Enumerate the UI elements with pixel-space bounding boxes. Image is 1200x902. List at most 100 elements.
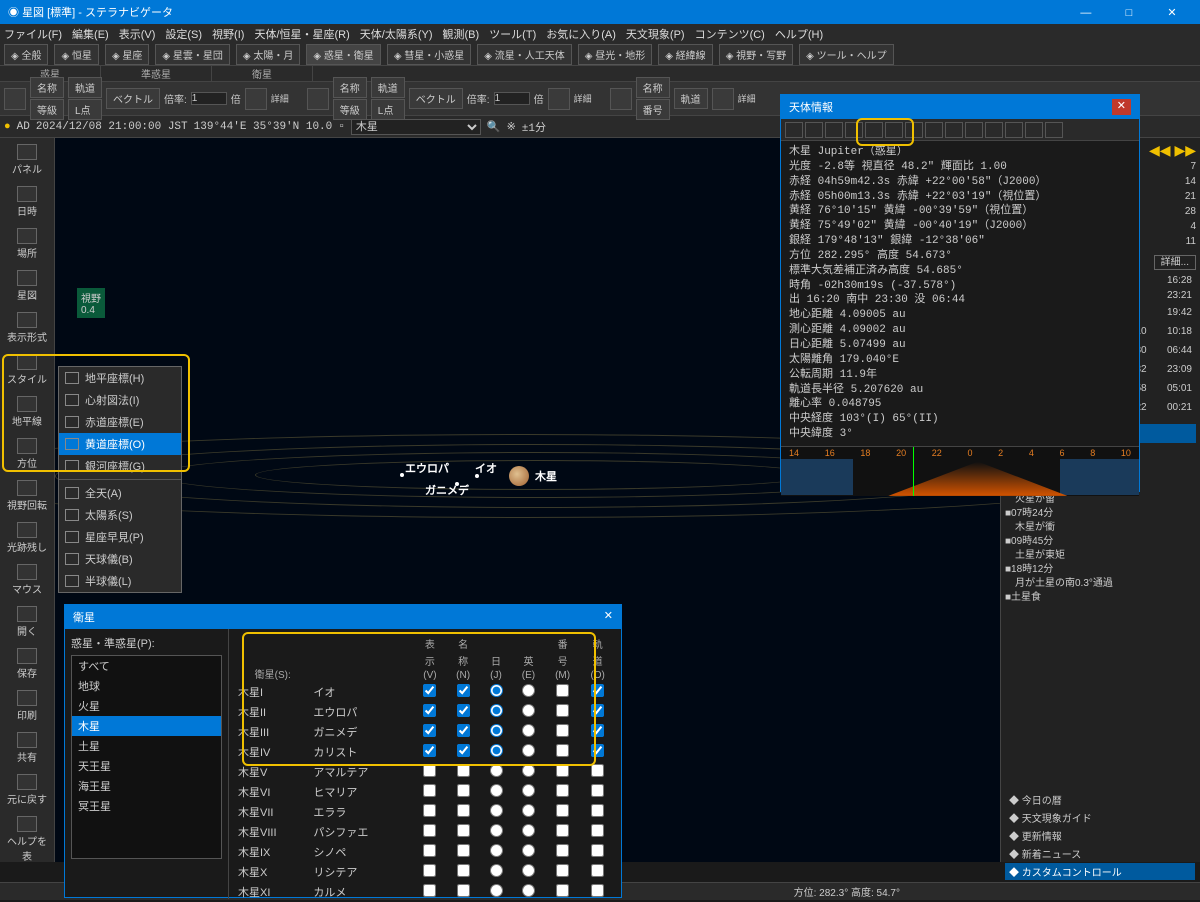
lang-jp-radio[interactable] bbox=[490, 824, 503, 837]
side-tool-button[interactable]: 開く bbox=[4, 604, 50, 640]
minimize-button[interactable]: ― bbox=[1066, 7, 1106, 19]
info-link[interactable]: ◆ 天文現象ガイド bbox=[1005, 809, 1195, 826]
lang-jp-radio[interactable] bbox=[490, 804, 503, 817]
side-tool-button[interactable]: 表示形式 bbox=[4, 310, 50, 346]
display-planets-button[interactable] bbox=[4, 88, 26, 110]
info-link[interactable]: ◆ 今日の暦 bbox=[1005, 791, 1195, 808]
lang-en-radio[interactable] bbox=[522, 764, 535, 777]
number-checkbox[interactable] bbox=[556, 884, 569, 897]
info-tool-icon[interactable] bbox=[1005, 122, 1023, 138]
lang-jp-radio[interactable] bbox=[490, 764, 503, 777]
name-checkbox[interactable] bbox=[457, 684, 470, 697]
ephemeris-event[interactable]: ■18時12分 bbox=[1005, 563, 1196, 577]
show-checkbox[interactable] bbox=[423, 784, 436, 797]
search-icon[interactable]: 🔍 bbox=[487, 120, 501, 134]
ephemeris-event[interactable]: 木星が衝 bbox=[1005, 521, 1196, 535]
show-checkbox[interactable] bbox=[423, 684, 436, 697]
lang-jp-radio[interactable] bbox=[490, 844, 503, 857]
name-checkbox[interactable] bbox=[457, 844, 470, 857]
vector2-button[interactable]: ベクトル bbox=[409, 88, 463, 109]
lang-en-radio[interactable] bbox=[522, 744, 535, 757]
number-checkbox[interactable] bbox=[556, 744, 569, 757]
side-tool-button[interactable]: マウス bbox=[4, 562, 50, 598]
satellite-dialog-close[interactable]: ✕ bbox=[604, 609, 613, 625]
orbit-checkbox[interactable] bbox=[591, 724, 604, 737]
vector-button[interactable]: ベクトル bbox=[106, 88, 160, 109]
info-tool-icon[interactable] bbox=[1025, 122, 1043, 138]
menu-item[interactable]: お気に入り(A) bbox=[546, 26, 616, 42]
ribbon-tab[interactable]: ◈ 経緯線 bbox=[658, 44, 712, 65]
planet-list-item[interactable]: 土星 bbox=[72, 736, 221, 756]
lang-jp-radio[interactable] bbox=[490, 864, 503, 877]
satellite-row[interactable]: 木星Xリシテア bbox=[235, 862, 615, 882]
planet-list-item[interactable]: すべて bbox=[72, 656, 221, 676]
ribbon-tab[interactable]: ◈ 恒星 bbox=[54, 44, 98, 65]
object-info-title[interactable]: 天体情報 ✕ bbox=[781, 95, 1139, 119]
satellite-row[interactable]: 木星VIIエララ bbox=[235, 802, 615, 822]
satellite-row[interactable]: 木星IIIガニメデ bbox=[235, 722, 615, 742]
name-checkbox[interactable] bbox=[457, 804, 470, 817]
info-link[interactable]: ◆ 更新情報 bbox=[1005, 827, 1195, 844]
lang-en-radio[interactable] bbox=[522, 684, 535, 697]
datetime-field[interactable]: 2024/12/08 21:00:00 JST bbox=[36, 121, 188, 133]
planet-list-item[interactable]: 海王星 bbox=[72, 776, 221, 796]
name2-button[interactable]: 名称 bbox=[333, 77, 367, 98]
name-checkbox[interactable] bbox=[457, 704, 470, 717]
info-tool-icon[interactable] bbox=[905, 122, 923, 138]
satellite-row[interactable]: 木星XIカルメ bbox=[235, 882, 615, 902]
ephemeris-event[interactable]: ■土星食 bbox=[1005, 591, 1196, 605]
europa-marker[interactable] bbox=[400, 473, 404, 477]
step-field[interactable]: ±1分 bbox=[522, 119, 546, 135]
satellite-row[interactable]: 木星Vアマルテア bbox=[235, 762, 615, 782]
menu-item[interactable]: 設定(S) bbox=[165, 26, 202, 42]
menu-item[interactable]: 視野(I) bbox=[212, 26, 244, 42]
config-icon[interactable]: ▫ bbox=[338, 121, 345, 133]
orbit-checkbox[interactable] bbox=[591, 684, 604, 697]
ephemeris-event[interactable]: ■07時24分 bbox=[1005, 507, 1196, 521]
lang-en-radio[interactable] bbox=[522, 864, 535, 877]
ribbon-tab[interactable]: ◈ 全般 bbox=[4, 44, 48, 65]
lang-jp-radio[interactable] bbox=[490, 704, 503, 717]
info-tool-icon[interactable] bbox=[925, 122, 943, 138]
number-checkbox[interactable] bbox=[556, 684, 569, 697]
name-button[interactable]: 名称 bbox=[30, 77, 64, 98]
orbit2-button[interactable]: 軌道 bbox=[371, 77, 405, 98]
lang-en-radio[interactable] bbox=[522, 844, 535, 857]
magnitude-button[interactable]: 等級 bbox=[30, 99, 64, 120]
satellite-row[interactable]: 木星Iイオ bbox=[235, 682, 615, 702]
lpoint2-button[interactable]: L点 bbox=[371, 99, 405, 120]
orbit-checkbox[interactable] bbox=[591, 844, 604, 857]
number-checkbox[interactable] bbox=[556, 724, 569, 737]
satellite-row[interactable]: 木星IXシノペ bbox=[235, 842, 615, 862]
orbit-checkbox[interactable] bbox=[591, 784, 604, 797]
menu-item[interactable]: 天文現象(P) bbox=[626, 26, 685, 42]
ribbon-tab[interactable]: ◈ 流星・人工天体 bbox=[477, 44, 571, 65]
info-tool-icon[interactable] bbox=[985, 122, 1003, 138]
number-checkbox[interactable] bbox=[556, 844, 569, 857]
side-tool-button[interactable]: 地平線 bbox=[4, 394, 50, 430]
planet-list-item[interactable]: 地球 bbox=[72, 676, 221, 696]
number-checkbox[interactable] bbox=[556, 864, 569, 877]
lang-en-radio[interactable] bbox=[522, 724, 535, 737]
detail-button[interactable]: 詳細... bbox=[1154, 255, 1196, 270]
coord-menu-item[interactable]: 地平座標(H) bbox=[59, 367, 181, 389]
ribbon-tab[interactable]: ◈ 視野・写野 bbox=[719, 44, 793, 65]
show-checkbox[interactable] bbox=[423, 724, 436, 737]
satellite-dialog-title[interactable]: 衛星 ✕ bbox=[65, 605, 621, 629]
orbit-checkbox[interactable] bbox=[591, 824, 604, 837]
side-tool-button[interactable]: 共有 bbox=[4, 730, 50, 766]
close-button[interactable]: ✕ bbox=[1152, 6, 1192, 19]
menu-item[interactable]: ファイル(F) bbox=[4, 26, 62, 42]
ribbon-tab[interactable]: ◈ 星座 bbox=[105, 44, 149, 65]
magnitude2-button[interactable]: 等級 bbox=[333, 99, 367, 120]
side-tool-button[interactable]: 元に戻す bbox=[4, 772, 50, 808]
coord-menu-item[interactable]: 星座早見(P) bbox=[59, 526, 181, 548]
satellite-row[interactable]: 木星IVカリスト bbox=[235, 742, 615, 762]
planet-list-item[interactable]: 天王星 bbox=[72, 756, 221, 776]
play-icon[interactable]: ● bbox=[4, 121, 11, 133]
info-tool-icon[interactable] bbox=[965, 122, 983, 138]
side-tool-button[interactable]: 視野回転 bbox=[4, 478, 50, 514]
menu-item[interactable]: 観測(B) bbox=[443, 26, 480, 42]
name-checkbox[interactable] bbox=[457, 744, 470, 757]
show-checkbox[interactable] bbox=[423, 884, 436, 897]
